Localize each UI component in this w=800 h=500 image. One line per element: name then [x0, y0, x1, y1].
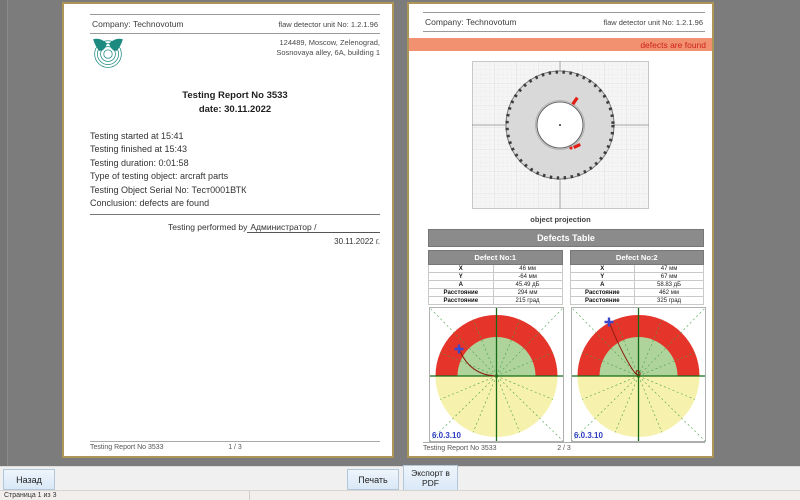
table-row: Расстояние462 мм: [570, 289, 705, 297]
page2-header: Company: Technovotum flaw detector unit …: [423, 12, 705, 32]
table-row: X46 мм: [428, 265, 563, 273]
defect-1-gauge: 6.0.3.10: [428, 307, 565, 442]
signature-row: Testing performed by Администратор /: [90, 222, 380, 233]
report-summary: Testing started at 15:41 Testing finishe…: [90, 130, 380, 211]
report-page-2: Company: Technovotum flaw detector unit …: [407, 2, 714, 458]
defect-1-title: Defect No:1: [428, 250, 563, 265]
export-pdf-button[interactable]: Экспорт в PDF: [403, 465, 458, 492]
defect-2-title: Defect No:2: [570, 250, 705, 265]
page1-header: Company: Technovotum flaw detector unit …: [90, 14, 380, 34]
company-name: Company: Technovotum: [92, 19, 184, 29]
summary-line: Testing started at 15:41: [90, 130, 380, 144]
defect-2-column: Defect No:2 X47 мм Y67 мм A58.83 дБ Расс…: [570, 250, 705, 442]
summary-line: Testing duration: 0:01:58: [90, 157, 380, 171]
unit-number: flaw detector unit No: 1.2.1.96: [603, 18, 703, 27]
defects-table-title: Defects Table: [428, 229, 704, 247]
table-row: A58.83 дБ: [570, 281, 705, 289]
status-bar: Страница 1 из 3: [0, 490, 800, 500]
summary-line: Testing finished at 15:43: [90, 143, 380, 157]
bottom-toolbar: Назад Печать Экспорт в PDF: [0, 466, 800, 491]
page1-footer: Testing Report No 3533 1 / 3: [90, 441, 380, 451]
table-row: Y-64 мм: [428, 273, 563, 281]
summary-line: Testing Object Serial No: Тест0001ВТК: [90, 184, 380, 198]
page-indicator: Страница 1 из 3: [0, 491, 250, 500]
gauge-version-label: 6.0.3.10: [432, 431, 461, 440]
summary-line: Type of testing object: arcraft parts: [90, 170, 380, 184]
report-title: Testing Report No 3533 date: 30.11.2022: [90, 89, 380, 117]
table-row: X47 мм: [570, 265, 705, 273]
page-number: 1 / 3: [187, 444, 284, 451]
table-row: Расстояние215 град: [428, 297, 563, 305]
company-name: Company: Technovotum: [425, 17, 517, 27]
page2-footer: Testing Report No 3533 2 / 3: [423, 442, 705, 452]
company-logo-icon: [90, 38, 126, 73]
unit-number: flaw detector unit No: 1.2.1.96: [278, 20, 378, 29]
summary-line: Conclusion: defects are found: [90, 197, 380, 211]
table-row: A45.49 дБ: [428, 281, 563, 289]
divider: [90, 214, 380, 215]
defect-1-column: Defect No:1 X46 мм Y-64 мм A45.49 дБ Рас…: [428, 250, 563, 442]
signature-date: 30.11.2022 г.: [90, 237, 380, 246]
object-projection-figure: object projection: [472, 61, 649, 224]
gauge-version-label: 6.0.3.10: [574, 431, 603, 440]
projection-caption: object projection: [472, 215, 649, 224]
table-row: Расстояние325 град: [570, 297, 705, 305]
defects-table: Defects Table Defect No:1 X46 мм Y-64 мм…: [428, 229, 704, 442]
company-address: 124489, Moscow, Zelenograd, Sosnovaya al…: [276, 38, 380, 73]
report-page-1: Company: Technovotum flaw detector unit …: [62, 2, 394, 458]
defect-2-gauge: 6.0.3.10: [570, 307, 707, 442]
table-row: Расстояние294 мм: [428, 289, 563, 297]
table-row: Y67 мм: [570, 273, 705, 281]
signature-line: Администратор /: [247, 222, 380, 233]
print-button[interactable]: Печать: [347, 469, 399, 490]
page-number: 2 / 3: [517, 445, 611, 452]
defects-found-banner: defects are found: [409, 38, 712, 51]
left-panel-edge: [0, 0, 8, 466]
object-projection-plot: [472, 61, 649, 209]
back-button[interactable]: Назад: [3, 469, 55, 490]
